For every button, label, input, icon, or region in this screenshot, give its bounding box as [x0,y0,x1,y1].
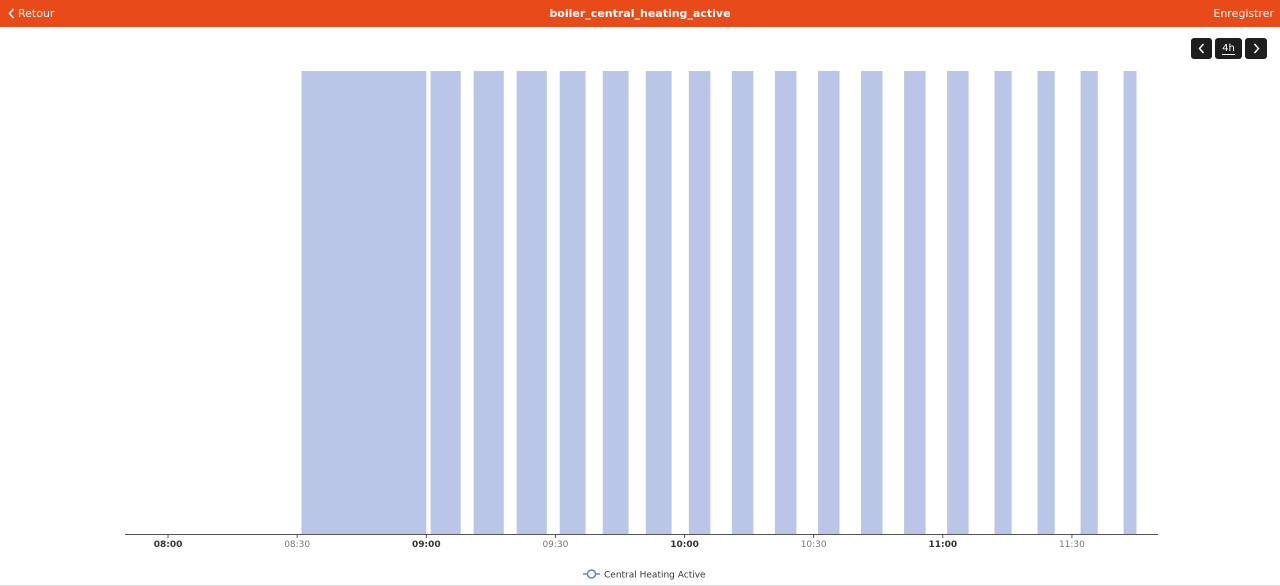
active-interval-bar [994,71,1012,534]
x-tick-label: 11:00 [928,540,957,550]
active-interval-bar [731,71,754,534]
legend-label: Central Heating Active [604,571,706,581]
active-interval-bar [473,71,504,534]
legend-marker-icon [586,569,597,579]
active-interval-bar [645,71,672,534]
active-interval-bar [904,71,926,534]
active-interval-bar [1037,71,1055,534]
active-interval-bar [430,71,461,534]
active-interval-bar [602,71,629,534]
x-tick-label: 08:00 [154,540,183,550]
heating-chart: 08:00 08:30 09:00 09:30 10:00 10:30 11:00 11:30… [125,71,1158,581]
x-tick-label: 10:00 [670,540,699,550]
active-interval-bar [817,71,840,534]
x-tick-label: 09:30 [542,540,568,550]
active-interval-bar [559,71,586,534]
active-interval-bar [301,71,427,534]
x-tick-label: 10:30 [801,540,827,550]
active-interval-bar [947,71,969,534]
active-interval-bar [516,71,547,534]
active-interval-bar [1123,71,1137,534]
x-tick-label: 08:30 [284,540,310,550]
active-interval-bar [1080,71,1098,534]
x-tick-label: 09:00 [412,540,441,550]
x-tick-label: 11:30 [1059,540,1085,550]
active-interval-bar [861,71,883,534]
active-interval-bar [774,71,797,534]
active-interval-bar [688,71,711,534]
